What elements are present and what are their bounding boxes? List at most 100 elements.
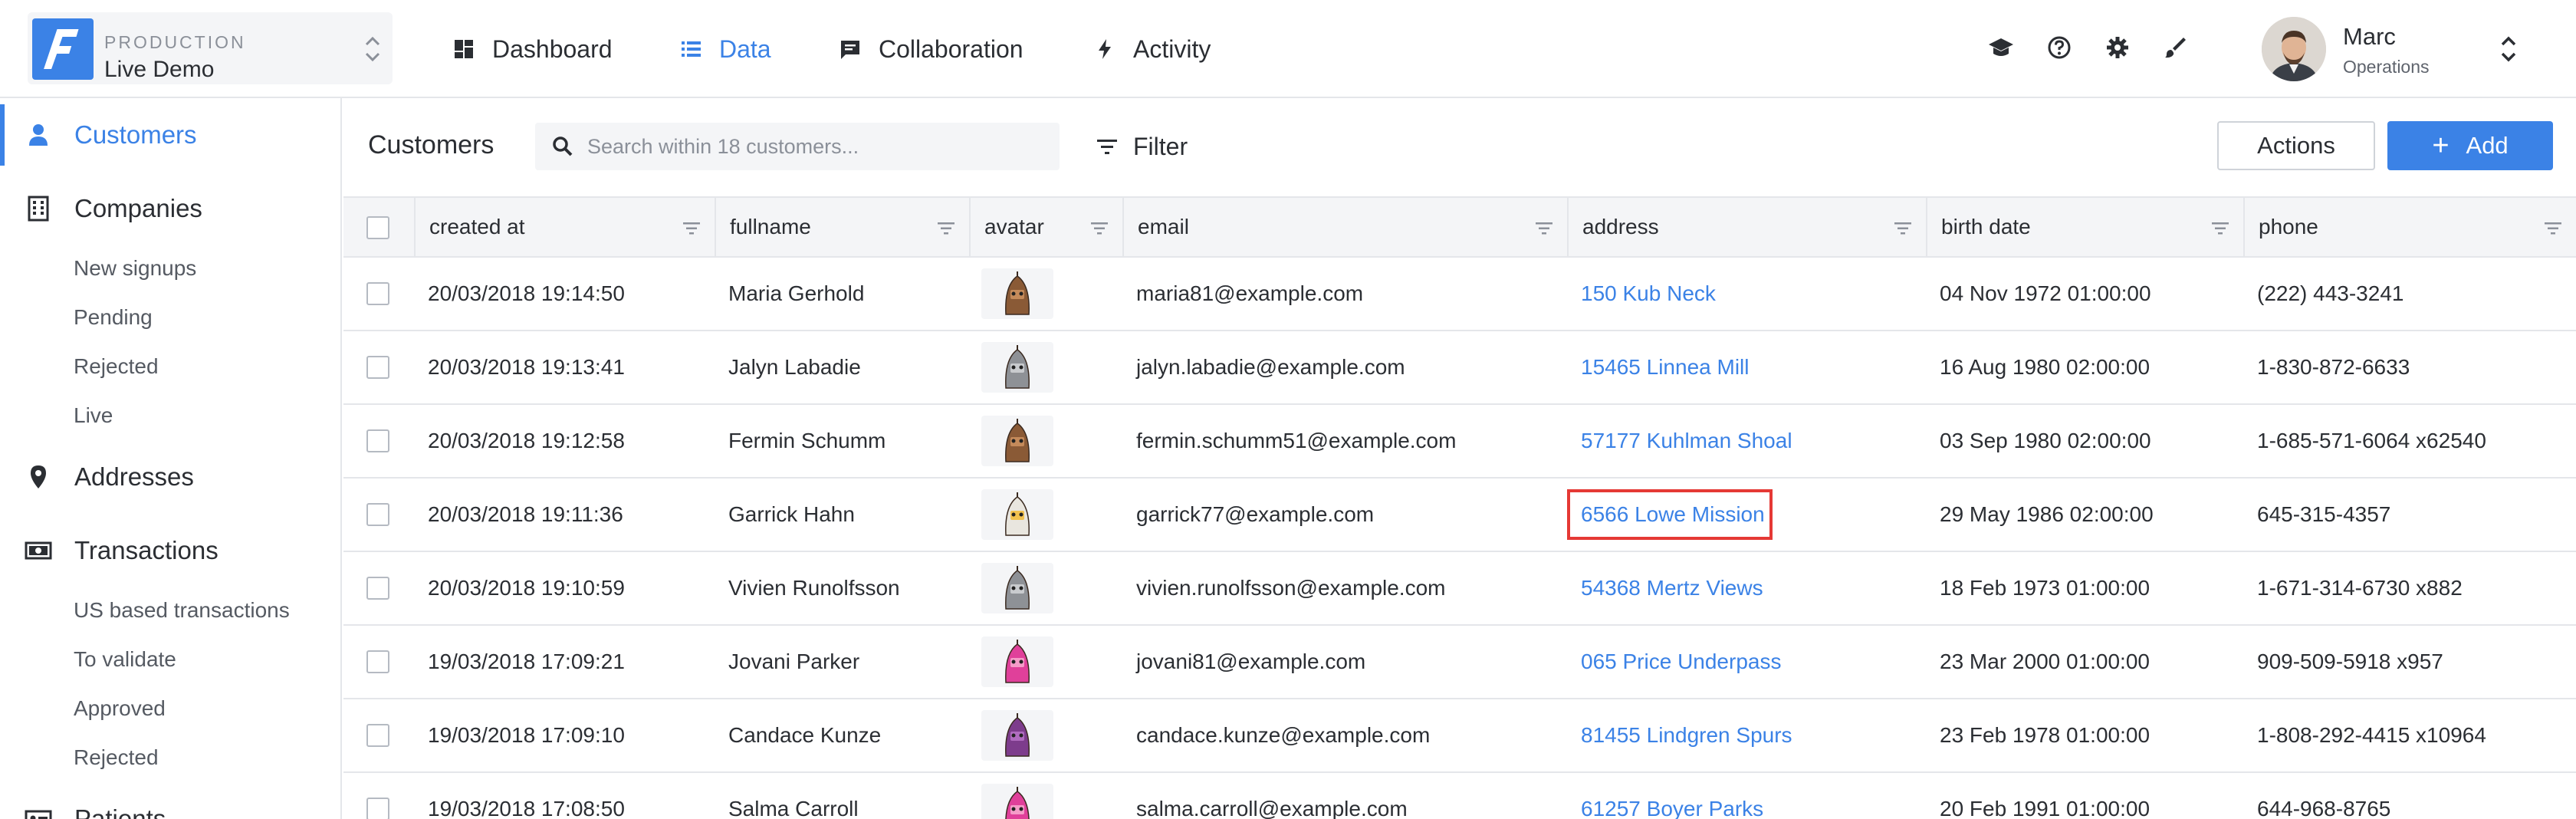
column-filter-icon[interactable] (681, 218, 702, 239)
cell-address[interactable]: 81455 Lindgren Spurs (1581, 699, 1792, 771)
add-button[interactable]: + Add (2387, 121, 2553, 170)
cell-fullname: Jalyn Labadie (728, 355, 861, 379)
graduation-cap-icon[interactable] (1987, 34, 2015, 61)
sidebar-subitem-rejected[interactable]: Rejected (74, 745, 159, 770)
nav-collaboration[interactable]: Collaboration (839, 28, 1024, 71)
sidebar-subitem-new-signups[interactable]: New signups (74, 256, 196, 281)
sidebar-item-companies[interactable]: Companies (0, 178, 340, 239)
sidebar-item-transactions[interactable]: Transactions (0, 520, 340, 581)
column-header-fullname[interactable]: fullname (715, 198, 969, 258)
sidebar-item-patients[interactable]: Patients (0, 788, 340, 819)
project-environment: PRODUCTION (104, 32, 246, 52)
cell-birth-date: 20 Feb 1991 01:00:00 (1940, 797, 2150, 819)
column-filter-icon[interactable] (935, 218, 957, 239)
cell-address[interactable]: 065 Price Underpass (1581, 626, 1781, 698)
sidebar: Customers Companies New signups Pending … (0, 98, 342, 819)
sidebar-item-customers[interactable]: Customers (0, 104, 340, 166)
column-filter-icon[interactable] (2542, 218, 2564, 239)
sidebar-subitem-to-validate[interactable]: To validate (74, 647, 176, 672)
select-all-checkbox[interactable] (366, 216, 389, 239)
customers-table: created at fullname avatar email address birt… (343, 196, 2576, 819)
cell-address[interactable]: 150 Kub Neck (1581, 258, 1716, 330)
column-header-email[interactable]: email (1122, 198, 1567, 258)
search-input[interactable] (587, 123, 1047, 170)
bolt-icon (1099, 39, 1111, 59)
column-header-label: avatar (984, 215, 1044, 238)
cell-phone: 1-685-571-6064 x62540 (2257, 429, 2486, 452)
filter-button[interactable]: Filter (1095, 127, 1188, 166)
sidebar-subitem-approved[interactable]: Approved (74, 696, 166, 721)
cell-fullname: Garrick Hahn (728, 502, 855, 526)
cell-email: jalyn.labadie@example.com (1136, 355, 1405, 379)
column-filter-icon[interactable] (1089, 218, 1110, 239)
row-checkbox[interactable] (366, 577, 389, 600)
cell-phone: 644-968-8765 (2257, 797, 2391, 819)
cell-address[interactable]: 15465 Linnea Mill (1581, 331, 1750, 403)
sidebar-subitem-live[interactable]: Live (74, 403, 113, 428)
table-row[interactable]: 20/03/2018 19:11:36 Garrick Hahn garrick77… (343, 479, 2576, 552)
column-header-birth-date[interactable]: birth date (1926, 198, 2243, 258)
table-row[interactable]: 20/03/2018 19:13:41 Jalyn Labadie jalyn.la… (343, 331, 2576, 405)
column-header-created-at[interactable]: created at (414, 198, 715, 258)
sidebar-subitem-pending[interactable]: Pending (74, 305, 153, 330)
chevron-updown-icon[interactable] (362, 31, 383, 67)
cell-created-at: 20/03/2018 19:13:41 (428, 355, 625, 379)
sidebar-subitem-us-based[interactable]: US based transactions (74, 598, 290, 623)
sidebar-item-addresses[interactable]: Addresses (0, 446, 340, 508)
sidebar-item-label: Patients (74, 804, 166, 819)
cell-created-at: 19/03/2018 17:08:50 (428, 797, 625, 819)
list-icon (682, 41, 701, 57)
gear-icon[interactable] (2104, 34, 2131, 61)
brown-robot-avatar-image (981, 268, 1053, 319)
cell-birth-date: 23 Mar 2000 01:00:00 (1940, 650, 2150, 673)
table-row[interactable]: 19/03/2018 17:09:21 Jovani Parker jovani81… (343, 626, 2576, 699)
table-row[interactable]: 19/03/2018 17:08:50 Salma Carroll salma.ca… (343, 773, 2576, 819)
sidebar-item-label: Customers (74, 120, 197, 149)
nav-data[interactable]: Data (679, 28, 771, 71)
column-filter-icon[interactable] (2210, 218, 2231, 239)
help-icon[interactable] (2045, 34, 2073, 61)
nav-dashboard[interactable]: Dashboard (452, 28, 613, 71)
cell-fullname: Vivien Runolfsson (728, 576, 900, 600)
filter-icon (1097, 140, 1117, 154)
table-header: created at fullname avatar email address birt… (343, 196, 2576, 258)
table-row[interactable]: 20/03/2018 19:12:58 Fermin Schumm fermin.s… (343, 405, 2576, 479)
cell-email: vivien.runolfsson@example.com (1136, 576, 1446, 600)
cell-created-at: 19/03/2018 17:09:10 (428, 723, 625, 747)
row-checkbox[interactable] (366, 503, 389, 526)
row-checkbox[interactable] (366, 650, 389, 673)
chevron-updown-icon[interactable] (2498, 31, 2519, 67)
sidebar-subitem-rejected[interactable]: Rejected (74, 354, 159, 379)
actions-button[interactable]: Actions (2217, 121, 2375, 170)
table-row[interactable]: 20/03/2018 19:10:59 Vivien Runolfsson vivi… (343, 552, 2576, 626)
top-bar: PRODUCTION Live Demo Dashboard Data Coll… (0, 0, 2576, 98)
cell-email: jovani81@example.com (1136, 650, 1366, 673)
table-row[interactable]: 20/03/2018 19:14:50 Maria Gerhold maria81@… (343, 258, 2576, 331)
brush-icon[interactable] (2162, 34, 2190, 61)
cell-address[interactable]: 61257 Boyer Parks (1581, 773, 1763, 819)
row-checkbox[interactable] (366, 429, 389, 452)
sidebar-item-label: Companies (74, 194, 202, 222)
column-filter-icon[interactable] (1892, 218, 1914, 239)
column-header-address[interactable]: address (1567, 198, 1926, 258)
row-checkbox[interactable] (366, 798, 389, 819)
building-icon (25, 195, 52, 222)
id-card-icon (25, 805, 52, 819)
table-row[interactable]: 19/03/2018 17:09:10 Candace Kunze candace.… (343, 699, 2576, 773)
row-checkbox[interactable] (366, 724, 389, 747)
row-checkbox[interactable] (366, 282, 389, 305)
avatar[interactable] (2262, 17, 2326, 81)
cell-address[interactable]: 54368 Mertz Views (1581, 552, 1763, 624)
column-filter-icon[interactable] (1533, 218, 1555, 239)
cell-birth-date: 29 May 1986 02:00:00 (1940, 502, 2154, 526)
row-checkbox[interactable] (366, 356, 389, 379)
dashboard-icon (455, 40, 473, 58)
cell-address[interactable]: 57177 Kuhlman Shoal (1581, 405, 1792, 477)
nav-activity[interactable]: Activity (1093, 28, 1211, 71)
column-header-phone[interactable]: phone (2243, 198, 2576, 258)
cell-email: fermin.schumm51@example.com (1136, 429, 1457, 452)
nav-dashboard-label: Dashboard (492, 35, 613, 63)
project-switcher[interactable]: PRODUCTION Live Demo (28, 12, 393, 84)
column-header-label: birth date (1941, 215, 2031, 238)
column-header-avatar[interactable]: avatar (969, 198, 1122, 258)
